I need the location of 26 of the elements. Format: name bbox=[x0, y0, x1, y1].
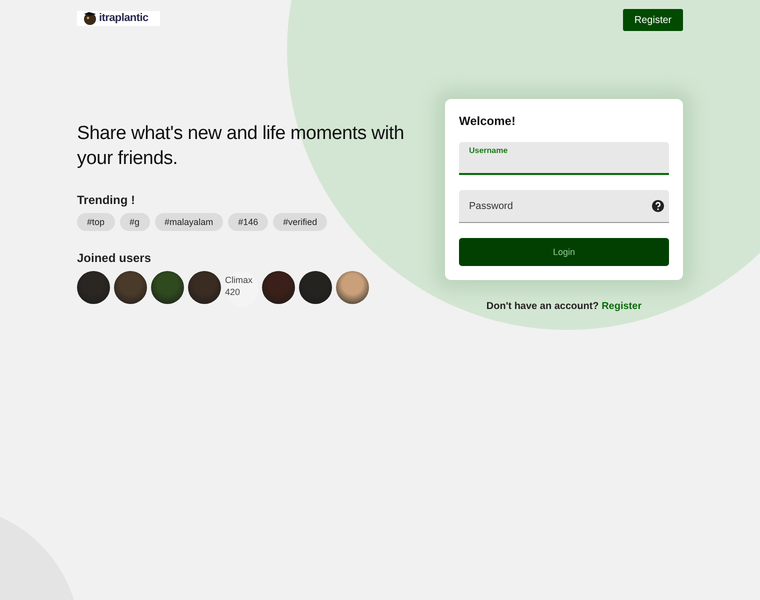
site-logo[interactable]: itraplantic bbox=[77, 10, 160, 26]
username-field[interactable]: Username bbox=[459, 142, 669, 175]
hashtag-chip[interactable]: #malayalam bbox=[154, 213, 224, 231]
headline: Share what's new and life moments with your friends. bbox=[77, 122, 406, 171]
hashtag-chip[interactable]: #verified bbox=[273, 213, 328, 231]
help-icon[interactable] bbox=[652, 200, 664, 212]
hashtag-chip[interactable]: #top bbox=[77, 213, 115, 231]
joined-users-title: Joined users bbox=[77, 251, 152, 265]
signup-prompt: Don't have an account? Register bbox=[486, 301, 642, 312]
welcome-title: Welcome! bbox=[459, 114, 516, 128]
hashtag-chip[interactable]: #g bbox=[120, 213, 150, 231]
register-link[interactable]: Register bbox=[602, 301, 642, 312]
trending-title: Trending ! bbox=[77, 193, 136, 207]
user-avatar[interactable] bbox=[188, 271, 221, 304]
login-button[interactable]: Login bbox=[459, 238, 669, 266]
password-field[interactable]: Password bbox=[459, 190, 669, 223]
user-avatar[interactable] bbox=[77, 271, 110, 304]
user-avatar[interactable] bbox=[299, 271, 332, 304]
logo-text: itraplantic bbox=[99, 12, 148, 24]
register-button[interactable]: Register bbox=[623, 9, 683, 31]
hashtag-chip[interactable]: #146 bbox=[228, 213, 268, 231]
dog-face-icon bbox=[83, 12, 97, 24]
user-avatar[interactable] bbox=[151, 271, 184, 304]
username-label: Username bbox=[469, 146, 508, 155]
user-avatar[interactable] bbox=[262, 271, 295, 304]
user-avatar[interactable] bbox=[114, 271, 147, 304]
